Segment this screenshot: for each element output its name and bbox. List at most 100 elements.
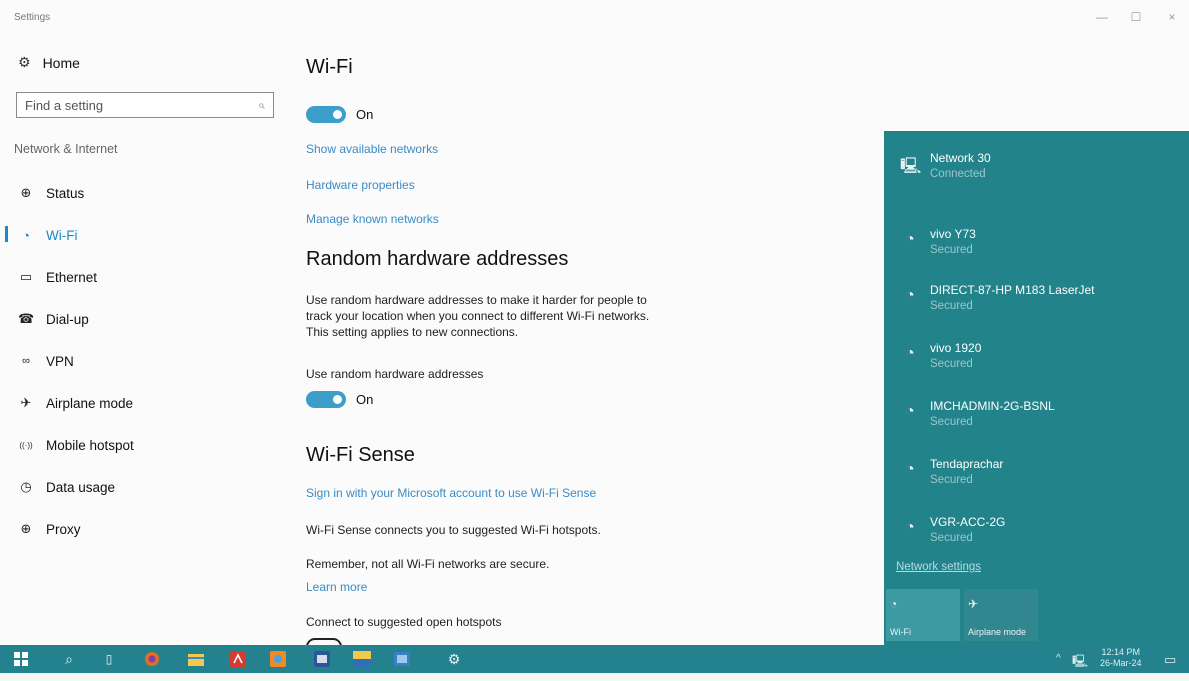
sidebar-item-dialup[interactable]: ☎ Dial-up <box>0 298 290 340</box>
wifi-signal-icon: ◔ <box>905 287 915 304</box>
sidebar-item-airplane-mode[interactable]: ✈ Airplane mode <box>0 382 290 424</box>
search-icon[interactable]: ⌕ <box>258 98 265 113</box>
wifi-signal-icon: ◔ <box>905 403 915 420</box>
network-name: IMCHADMIN-2G-BSNL <box>930 399 1055 413</box>
network-status: Secured <box>930 532 973 544</box>
start-button[interactable] <box>12 650 30 668</box>
network-item[interactable]: ◔ vivo Y73 Secured <box>900 227 976 256</box>
settings-gear-icon[interactable]: ⚙ <box>444 650 464 668</box>
sidebar-item-label: VPN <box>46 353 74 369</box>
sidebar: ⚙ Home ⌕ Network & Internet ⊕ Status ◔ W… <box>0 40 290 640</box>
random-hw-toggle[interactable] <box>306 391 346 408</box>
vpn-icon: ∞ <box>22 355 30 367</box>
notifications-icon[interactable]: ▭ <box>1164 652 1176 680</box>
chevron-up-icon[interactable]: ^ <box>1056 653 1061 681</box>
network-name: VGR-ACC-2G <box>930 515 1006 529</box>
sidebar-item-label: Ethernet <box>46 269 98 285</box>
network-name: Network 30 <box>930 151 991 165</box>
airplane-icon: ✈ <box>20 395 32 410</box>
network-item[interactable]: ◔ DIRECT-87-HP M183 LaserJet Secured <box>900 283 1095 312</box>
quick-action-wifi[interactable]: ◔ Wi-Fi <box>886 589 960 641</box>
network-name: DIRECT-87-HP M183 LaserJet <box>930 283 1095 297</box>
windows-logo-icon <box>14 652 28 666</box>
close-button[interactable]: × <box>1160 10 1184 24</box>
quick-action-airplane-mode[interactable]: ✈ Airplane mode <box>964 589 1038 641</box>
search-box[interactable]: ⌕ <box>16 92 274 118</box>
quick-action-label: Airplane mode <box>968 627 1027 637</box>
pdf-reader-icon[interactable] <box>228 650 248 668</box>
random-hw-toggle-label: On <box>356 392 374 407</box>
word-icon[interactable] <box>312 650 332 668</box>
wifi-sense-heading: Wi-Fi Sense <box>306 444 415 466</box>
sidebar-item-ethernet[interactable]: ▭ Ethernet <box>0 256 290 298</box>
network-status: Secured <box>930 244 973 256</box>
random-hw-line: track your location when you connect to … <box>306 309 650 323</box>
sidebar-item-label: Airplane mode <box>46 395 134 411</box>
wifi-icon: ◔ <box>890 597 898 611</box>
sidebar-item-label: Wi-Fi <box>46 227 78 243</box>
wifi-icon: ◔ <box>22 227 30 243</box>
gear-icon: ⚙ <box>18 54 31 70</box>
ethernet-network-icon: 🖳 <box>900 158 922 175</box>
minimize-button[interactable]: — <box>1090 10 1114 24</box>
mail-app-icon[interactable] <box>392 650 412 668</box>
network-item[interactable]: ◔ IMCHADMIN-2G-BSNL Secured <box>900 399 1055 428</box>
file-explorer-icon[interactable] <box>186 650 206 668</box>
search-icon[interactable]: ⌕ <box>60 650 78 668</box>
search-input[interactable] <box>25 97 259 113</box>
network-settings-link[interactable]: Network settings <box>896 561 981 573</box>
sidebar-item-wifi[interactable]: ◔ Wi-Fi <box>0 214 290 256</box>
random-hw-heading: Random hardware addresses <box>306 248 569 270</box>
sidebar-item-vpn[interactable]: ∞ VPN <box>0 340 290 382</box>
task-view-icon[interactable]: ▯ <box>100 650 118 668</box>
random-hw-description: Use random hardware addresses to make it… <box>306 292 649 340</box>
app-title: Settings <box>14 12 51 23</box>
network-status: Secured <box>930 300 973 312</box>
home-link[interactable]: ⚙ Home <box>18 54 80 71</box>
wifi-toggle[interactable] <box>306 106 346 123</box>
random-hw-line: This setting applies to new connections. <box>306 325 519 339</box>
globe-icon: ⊕ <box>20 185 32 200</box>
maximize-button[interactable]: ☐ <box>1124 10 1148 24</box>
clock-time: 12:14 PM <box>1101 647 1141 657</box>
hardware-properties-link[interactable]: Hardware properties <box>306 178 415 192</box>
network-status: Secured <box>930 416 973 428</box>
network-name: vivo 1920 <box>930 341 982 355</box>
wifi-signal-icon: ◔ <box>905 519 915 536</box>
section-title: Network & Internet <box>14 142 118 156</box>
title-bar: Settings — ☐ × <box>0 0 1189 32</box>
page-title: Wi-Fi <box>306 56 353 78</box>
taskbar: ⌕ ▯ ⚙ ^ 🖳 12:14 PM 26-Mar-24 ▭ <box>0 645 1189 673</box>
show-available-networks-link[interactable]: Show available networks <box>306 142 438 156</box>
wifi-sense-signin-link[interactable]: Sign in with your Microsoft account to u… <box>306 486 596 500</box>
network-name: vivo Y73 <box>930 227 976 241</box>
network-tray-icon[interactable]: 🖳 <box>1072 652 1088 680</box>
sidebar-item-mobile-hotspot[interactable]: ((·)) Mobile hotspot <box>0 424 290 466</box>
sidebar-item-status[interactable]: ⊕ Status <box>0 172 290 214</box>
wifi-toggle-row: On <box>306 106 373 123</box>
manage-known-networks-link[interactable]: Manage known networks <box>306 212 439 226</box>
random-hw-line: Use random hardware addresses to make it… <box>306 293 647 307</box>
wifi-toggle-label: On <box>356 107 374 122</box>
wifi-sense-description: Wi-Fi Sense connects you to suggested Wi… <box>306 523 601 537</box>
app-icon[interactable] <box>268 650 288 668</box>
wifi-sense-remember: Remember, not all Wi-Fi networks are sec… <box>306 557 550 571</box>
hotspot-icon: ((·)) <box>19 440 33 450</box>
network-item[interactable]: ◔ VGR-ACC-2G Secured <box>900 515 1005 544</box>
nav-list: ⊕ Status ◔ Wi-Fi ▭ Ethernet ☎ Dial-up ∞ … <box>0 172 290 550</box>
random-hw-toggle-caption: Use random hardware addresses <box>306 367 484 381</box>
proxy-icon: ⊕ <box>20 521 32 536</box>
learn-more-link[interactable]: Learn more <box>306 580 367 594</box>
clock-date: 26-Mar-24 <box>1100 658 1142 668</box>
network-item[interactable]: ◔ Tendaprachar Secured <box>900 457 1003 486</box>
sidebar-item-proxy[interactable]: ⊕ Proxy <box>0 508 290 550</box>
firefox-icon[interactable] <box>142 650 162 668</box>
sidebar-item-data-usage[interactable]: ◷ Data usage <box>0 466 290 508</box>
wifi-signal-icon: ◔ <box>905 461 915 478</box>
tiles-app-icon[interactable] <box>352 650 372 668</box>
network-item[interactable]: ◔ vivo 1920 Secured <box>900 341 981 370</box>
network-status: Connected <box>930 168 986 180</box>
network-name: Tendaprachar <box>930 457 1004 471</box>
clock[interactable]: 12:14 PM 26-Mar-24 <box>1100 647 1142 675</box>
network-item[interactable]: 🖳 Network 30 Connected <box>900 151 991 182</box>
